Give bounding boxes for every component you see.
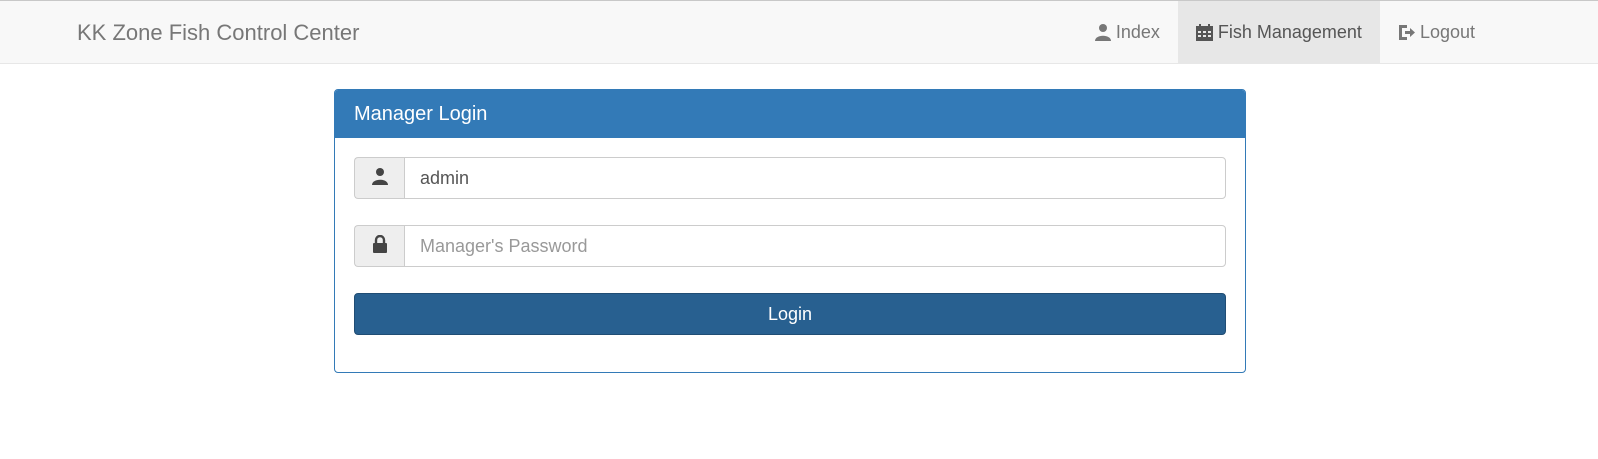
top-navbar: KK Zone Fish Control Center Index Fish M… <box>0 0 1598 64</box>
nav-menu: Index Fish Management Logout <box>1076 1 1493 63</box>
login-button[interactable]: Login <box>354 293 1226 335</box>
username-addon <box>354 157 404 199</box>
password-group <box>354 225 1226 267</box>
password-input[interactable] <box>404 225 1226 267</box>
login-panel: Manager Login admin Login <box>334 89 1246 373</box>
login-form: Login <box>335 138 1245 354</box>
nav-item-label: Index <box>1115 21 1160 42</box>
logout-icon <box>1398 23 1416 41</box>
username-group <box>354 157 1226 199</box>
calendar-icon <box>1196 23 1214 41</box>
nav-item-logout[interactable]: Logout <box>1380 1 1493 63</box>
username-input[interactable] <box>404 157 1226 199</box>
nav-item-index[interactable]: Index <box>1076 1 1178 63</box>
nav-item-label: Fish Management <box>1217 21 1362 42</box>
nav-item-label: Logout <box>1419 21 1475 42</box>
user-icon <box>1094 23 1112 41</box>
lock-icon <box>372 234 388 258</box>
panel-title: Manager Login <box>335 90 1245 138</box>
nav-item-fish-management[interactable]: Fish Management <box>1177 1 1380 63</box>
password-addon <box>354 225 404 267</box>
user-icon <box>371 167 388 190</box>
brand-title[interactable]: KK Zone Fish Control Center <box>77 20 359 46</box>
